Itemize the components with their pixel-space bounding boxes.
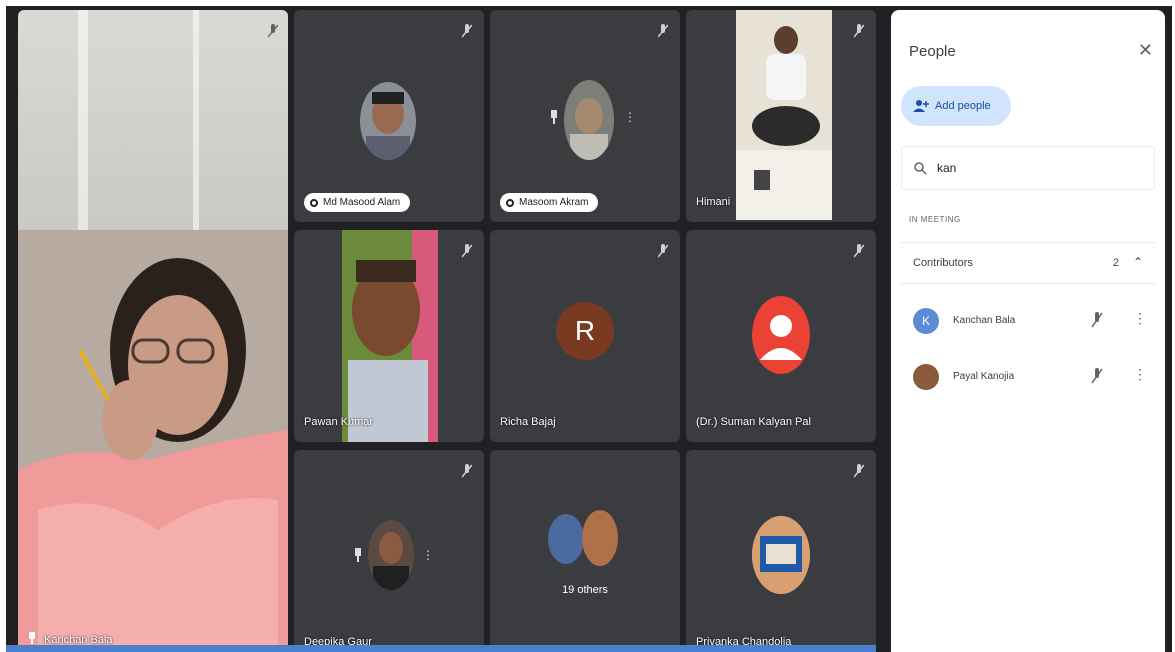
more-options-icon[interactable]: ⋮ xyxy=(1133,366,1147,383)
mic-off-icon xyxy=(267,24,279,38)
participant-name: (Dr.) Suman Kalyan Pal xyxy=(696,416,811,428)
avatar xyxy=(913,364,939,390)
pin-icon xyxy=(29,632,35,644)
participant-photo xyxy=(752,516,810,594)
bottom-bar xyxy=(6,645,876,652)
pin-icon[interactable] xyxy=(354,548,362,562)
mic-off-icon xyxy=(461,244,473,258)
section-label: IN MEETING xyxy=(909,215,961,224)
video-tile[interactable]: ⋮ Deepika Gaur xyxy=(294,450,484,652)
participant-row[interactable]: Payal Kanojia ⋮ xyxy=(901,354,1155,404)
group-label: Contributors xyxy=(913,257,973,269)
participant-photo xyxy=(368,520,414,590)
mic-off-icon[interactable] xyxy=(1091,312,1103,333)
participant-name: Pawan Kumar xyxy=(304,416,374,428)
search-input[interactable] xyxy=(935,160,1139,176)
people-panel: People ✕ Add people IN MEETING Contribut… xyxy=(891,10,1165,652)
presenter-video xyxy=(18,230,288,650)
mic-off-icon xyxy=(461,24,473,38)
mic-off-icon xyxy=(657,244,669,258)
mic-off-icon xyxy=(853,24,865,38)
add-people-button[interactable]: Add people xyxy=(901,86,1011,126)
video-tile[interactable]: R Richa Bajaj xyxy=(490,230,680,442)
contributors-group[interactable]: Contributors 2 ⌃ xyxy=(901,242,1155,284)
mic-off-icon xyxy=(853,464,865,478)
add-person-icon xyxy=(913,100,929,112)
others-count: 19 others xyxy=(562,584,608,596)
name-chip: Masoom Akram xyxy=(500,193,599,212)
participant-name: Kanchan Bala xyxy=(953,315,1016,326)
video-tile[interactable]: Privanka Chandolia xyxy=(686,450,876,652)
participant-name: Md Masood Alam xyxy=(323,197,401,208)
group-count: 2 xyxy=(1112,257,1119,269)
participant-video xyxy=(736,10,832,220)
more-options-icon[interactable]: ⋮ xyxy=(624,110,636,124)
participant-row[interactable]: K Kanchan Bala ⋮ xyxy=(901,298,1155,348)
video-tile[interactable]: Himani xyxy=(686,10,876,222)
pin-icon[interactable] xyxy=(550,110,558,124)
meeting-window: Kanchan Bala Md Masood Alam ⋮ Masoom Akr… xyxy=(6,6,1172,652)
mic-off-icon[interactable] xyxy=(1091,368,1103,389)
video-tile[interactable]: Pawan Kumar xyxy=(294,230,484,442)
search-box[interactable] xyxy=(901,146,1155,190)
participant-avatar: R xyxy=(556,302,614,360)
speaker-icon xyxy=(506,198,514,207)
add-people-label: Add people xyxy=(935,100,991,112)
participant-name: Masoom Akram xyxy=(519,197,589,208)
video-tile[interactable]: Md Masood Alam xyxy=(294,10,484,222)
close-icon[interactable]: ✕ xyxy=(1138,40,1153,61)
others-tile[interactable]: 19 others xyxy=(490,450,680,652)
participant-video xyxy=(342,230,438,442)
participant-photo xyxy=(564,80,614,160)
more-options-icon[interactable]: ⋮ xyxy=(422,548,434,562)
avatar: K xyxy=(913,308,939,334)
participant-name: Himani xyxy=(696,196,731,208)
participant-name: Payal Kanojia xyxy=(953,371,1015,382)
mic-off-icon xyxy=(853,244,865,258)
participant-photo xyxy=(548,514,584,564)
chevron-up-icon[interactable]: ⌃ xyxy=(1133,255,1143,269)
speaker-icon xyxy=(310,198,318,207)
search-icon xyxy=(914,161,927,175)
panel-title: People xyxy=(909,43,956,60)
main-video-tile[interactable]: Kanchan Bala xyxy=(18,10,288,650)
video-tile[interactable]: (Dr.) Suman Kalyan Pal xyxy=(686,230,876,442)
participant-photo xyxy=(582,510,618,566)
video-tile[interactable]: ⋮ Masoom Akram xyxy=(490,10,680,222)
participant-name: Richa Bajaj xyxy=(500,416,556,428)
more-options-icon[interactable]: ⋮ xyxy=(1133,310,1147,327)
participant-photo xyxy=(360,82,416,160)
mic-off-icon xyxy=(461,464,473,478)
name-chip: Md Masood Alam xyxy=(304,193,411,212)
default-avatar xyxy=(752,296,810,374)
mic-off-icon xyxy=(657,24,669,38)
